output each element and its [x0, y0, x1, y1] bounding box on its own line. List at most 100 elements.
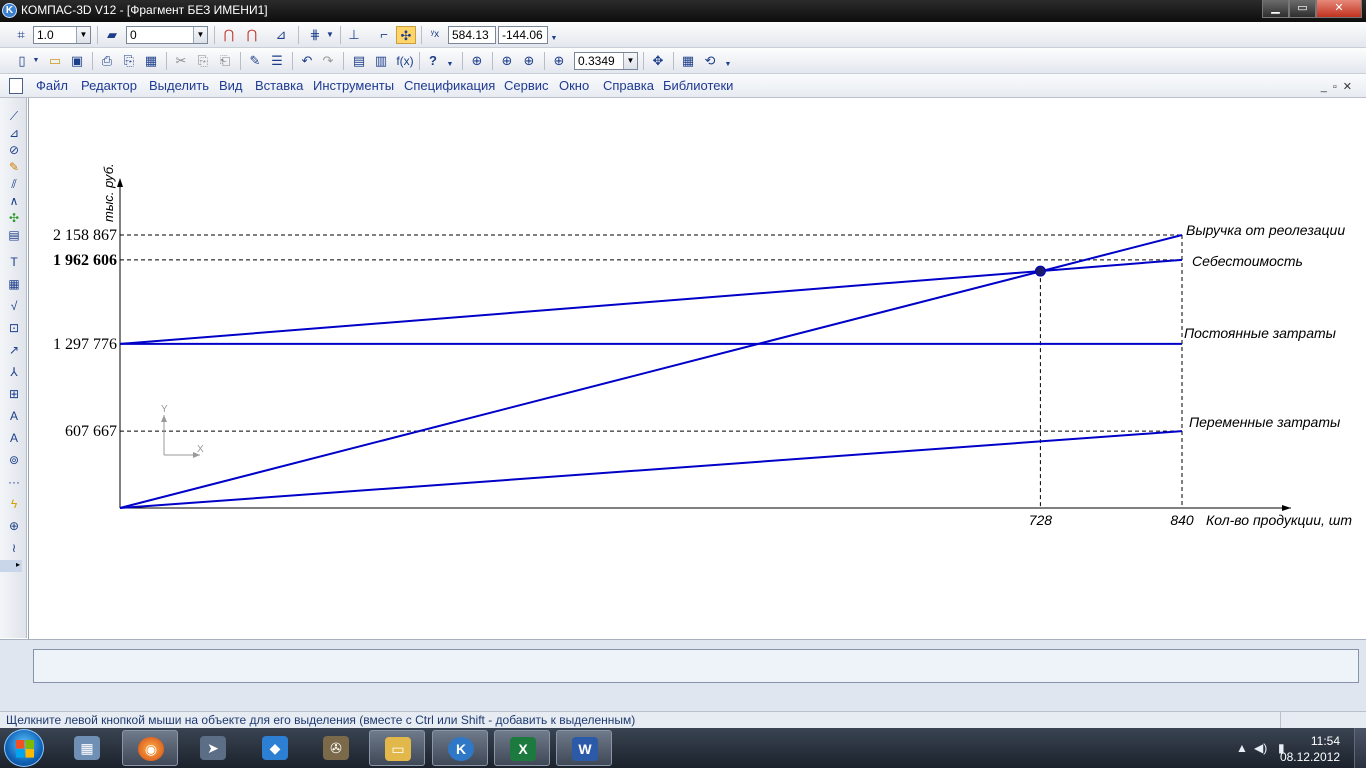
show-hidden-icons-icon[interactable]: ▲: [1236, 741, 1248, 755]
spec-icon[interactable]: ▤: [6, 227, 22, 243]
menu-editor[interactable]: Редактор: [81, 78, 137, 93]
cut-icon[interactable]: ✂: [172, 52, 190, 70]
pan-icon[interactable]: ✥: [649, 52, 667, 70]
redo-icon[interactable]: ↷: [319, 52, 337, 70]
table-icon[interactable]: ▦: [6, 276, 22, 292]
save-icon[interactable]: ▣: [68, 52, 86, 70]
taskbar-app-arrow[interactable]: ➤: [185, 730, 241, 766]
toolbar-overflow-icon[interactable]: ▼: [550, 34, 558, 44]
properties-icon[interactable]: ☰: [268, 52, 286, 70]
measure-icon[interactable]: ∧: [6, 193, 22, 209]
position-icon[interactable]: ⅄: [6, 364, 22, 380]
chevron-down-icon[interactable]: ▼: [76, 27, 90, 43]
layer-icon[interactable]: ▰: [103, 26, 121, 44]
taskbar-virtualbox[interactable]: ◆: [247, 730, 303, 766]
local-snap-icon[interactable]: ⋂: [243, 26, 261, 44]
taskbar-calculator[interactable]: ▦: [59, 730, 115, 766]
base-icon[interactable]: ⊡: [6, 320, 22, 336]
copy-icon[interactable]: ⎘: [194, 52, 212, 70]
roughness-icon[interactable]: √: [6, 298, 22, 314]
coord-y-field[interactable]: -144.06: [498, 26, 548, 44]
scale-icon[interactable]: ⌗: [12, 26, 30, 44]
tolerance-icon[interactable]: ⊞: [6, 386, 22, 402]
geometry-icon[interactable]: ⟋: [6, 108, 22, 124]
center-mark-icon[interactable]: ⊚: [6, 452, 22, 468]
clock-time[interactable]: 11:54: [1311, 734, 1340, 748]
view-arrow-icon[interactable]: A: [6, 408, 22, 424]
menu-file[interactable]: Файл: [36, 78, 68, 93]
maximize-button[interactable]: ▭: [1289, 0, 1316, 18]
expand-toolbar-icon[interactable]: ▸: [0, 560, 22, 572]
print-icon[interactable]: ⎙: [98, 52, 116, 70]
select-icon[interactable]: ✣: [6, 210, 22, 226]
menu-view[interactable]: Вид: [219, 78, 243, 93]
library-manager-icon[interactable]: ▤: [350, 52, 368, 70]
help-pointer-icon[interactable]: ?: [424, 52, 442, 70]
chevron-down-icon[interactable]: ▼: [32, 52, 40, 70]
layer-select[interactable]: 0 ▼: [126, 26, 208, 44]
taskbar-media-player[interactable]: ✇: [308, 730, 364, 766]
menu-select[interactable]: Выделить: [149, 78, 209, 93]
snap-magnet-icon[interactable]: ⋂: [220, 26, 238, 44]
chevron-down-icon[interactable]: ▼: [193, 27, 207, 43]
taskbar-firefox[interactable]: ◉: [122, 730, 178, 766]
menu-specification[interactable]: Спецификация: [404, 78, 495, 93]
show-desktop-button[interactable]: [1354, 728, 1366, 768]
hatch-icon[interactable]: ···: [6, 474, 22, 490]
coord-x-field[interactable]: 584.13: [448, 26, 496, 44]
start-button[interactable]: [4, 729, 44, 767]
local-cs-icon[interactable]: ⊥: [345, 26, 363, 44]
lightning-icon[interactable]: ϟ: [6, 496, 22, 512]
open-folder-icon[interactable]: ▭: [46, 52, 64, 70]
fx-icon[interactable]: f(x): [394, 52, 416, 70]
designations-icon[interactable]: ⊘: [6, 142, 22, 158]
leader-icon[interactable]: ↗: [6, 342, 22, 358]
volume-icon[interactable]: ◀): [1254, 741, 1267, 755]
text-icon[interactable]: T: [6, 254, 22, 270]
document-icon[interactable]: [9, 78, 23, 94]
taskbar-excel[interactable]: X: [494, 730, 550, 766]
orthogonal-icon[interactable]: ⊿: [272, 26, 290, 44]
paste-icon[interactable]: ⎗: [216, 52, 234, 70]
kompas-app-icon[interactable]: K: [2, 3, 17, 18]
undo-icon[interactable]: ↶: [298, 52, 316, 70]
zoom-window-icon[interactable]: ⊕: [498, 52, 516, 70]
menu-window[interactable]: Окно: [559, 78, 589, 93]
new-document-icon[interactable]: ▯: [14, 52, 30, 70]
taskbar-kompas[interactable]: K: [432, 730, 488, 766]
parametrization-icon[interactable]: ⫽: [6, 176, 22, 192]
menu-libraries[interactable]: Библиотеки: [663, 78, 733, 93]
chevron-down-icon[interactable]: ▼: [325, 26, 335, 44]
zoom-icon[interactable]: ⊕: [550, 52, 568, 70]
scale-select[interactable]: 1.0 ▼: [33, 26, 91, 44]
menu-help[interactable]: Справка: [603, 78, 654, 93]
menu-service[interactable]: Сервис: [504, 78, 549, 93]
zoom-all-icon[interactable]: ⊕: [468, 52, 486, 70]
chevron-down-icon[interactable]: ▼: [623, 53, 637, 69]
menu-tools[interactable]: Инструменты: [313, 78, 394, 93]
toolbar-overflow-icon[interactable]: ▼: [446, 60, 454, 70]
wave-line-icon[interactable]: ≀: [6, 540, 22, 556]
clock-date[interactable]: 08.12.2012: [1280, 750, 1340, 764]
round-mode-icon[interactable]: ✣: [396, 26, 416, 44]
variables-icon[interactable]: ▥: [372, 52, 390, 70]
taskbar-word[interactable]: W: [556, 730, 612, 766]
menu-insert[interactable]: Вставка: [255, 78, 303, 93]
print-preview-icon[interactable]: ⎘: [120, 52, 138, 70]
close-button[interactable]: ✕: [1316, 0, 1362, 18]
format-brush-icon[interactable]: ✎: [246, 52, 264, 70]
rebuild-icon[interactable]: ⟲: [701, 52, 719, 70]
dimensions-icon[interactable]: ⊿: [6, 125, 22, 141]
cut-line-icon[interactable]: A: [6, 430, 22, 446]
zoom-in-icon[interactable]: ⊕: [520, 52, 538, 70]
document-window-controls[interactable]: _▫✕: [1321, 80, 1358, 93]
edit-icon[interactable]: ✎: [6, 159, 22, 175]
grid-icon[interactable]: ⋕: [306, 26, 324, 44]
drawing-canvas[interactable]: 2 158 867 1 962 606 1 297 776 607 667 728 840…: [28, 98, 1366, 639]
refresh-view-icon[interactable]: ▦: [679, 52, 697, 70]
ortho-mode-icon[interactable]: ⌐: [375, 26, 393, 44]
manager-icon[interactable]: ▦: [142, 52, 160, 70]
taskbar-explorer[interactable]: ▭: [369, 730, 425, 766]
zoom-select[interactable]: 0.3349 ▼: [574, 52, 638, 70]
axis-icon[interactable]: ⊕: [6, 518, 22, 534]
